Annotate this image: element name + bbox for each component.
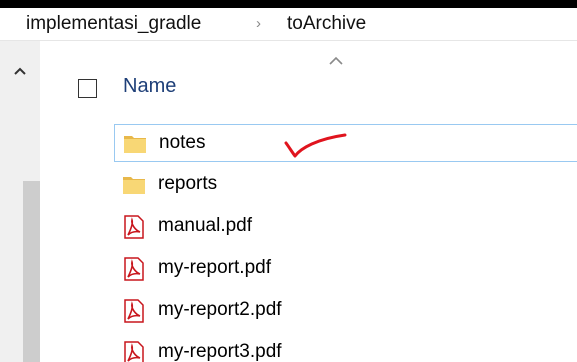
select-all-checkbox[interactable] (78, 79, 97, 98)
navigation-pane-scrollbar[interactable] (23, 181, 40, 362)
navigation-pane (0, 41, 40, 362)
folder-icon (124, 136, 146, 153)
file-name: notes (159, 132, 206, 153)
column-header-name[interactable]: Name (123, 75, 176, 98)
file-name: my-report3.pdf (158, 341, 282, 362)
file-name: my-report.pdf (158, 257, 271, 278)
file-list: Name notes reports manual.pdf my-report.… (40, 41, 577, 362)
file-row-manual-pdf[interactable]: manual.pdf (114, 208, 577, 246)
file-row-my-report2-pdf[interactable]: my-report2.pdf (114, 292, 577, 330)
pdf-file-icon (124, 341, 144, 362)
pdf-file-icon (124, 299, 144, 323)
breadcrumb-separator-icon[interactable]: › (256, 15, 261, 32)
file-row-my-report-pdf[interactable]: my-report.pdf (114, 250, 577, 288)
file-row-reports[interactable]: reports (114, 166, 577, 204)
folder-icon (123, 177, 145, 194)
pdf-file-icon (124, 215, 144, 239)
red-checkmark-annotation-icon (284, 133, 347, 158)
file-name: manual.pdf (158, 215, 253, 236)
window-top-edge (0, 0, 577, 8)
file-name: reports (158, 173, 218, 194)
sort-ascending-icon (329, 56, 343, 65)
breadcrumb-item-implementasi-gradle[interactable]: implementasi_gradle (26, 13, 201, 35)
breadcrumb-item-toarchive[interactable]: toArchive (287, 13, 366, 35)
scroll-up-icon[interactable] (10, 63, 30, 79)
column-header-row: Name (40, 41, 577, 117)
pdf-file-icon (124, 257, 144, 281)
breadcrumb: implementasi_gradle › toArchive (0, 8, 577, 41)
file-name: my-report2.pdf (158, 299, 282, 320)
file-row-notes[interactable]: notes (114, 124, 577, 162)
file-row-my-report3-pdf[interactable]: my-report3.pdf (114, 334, 577, 362)
